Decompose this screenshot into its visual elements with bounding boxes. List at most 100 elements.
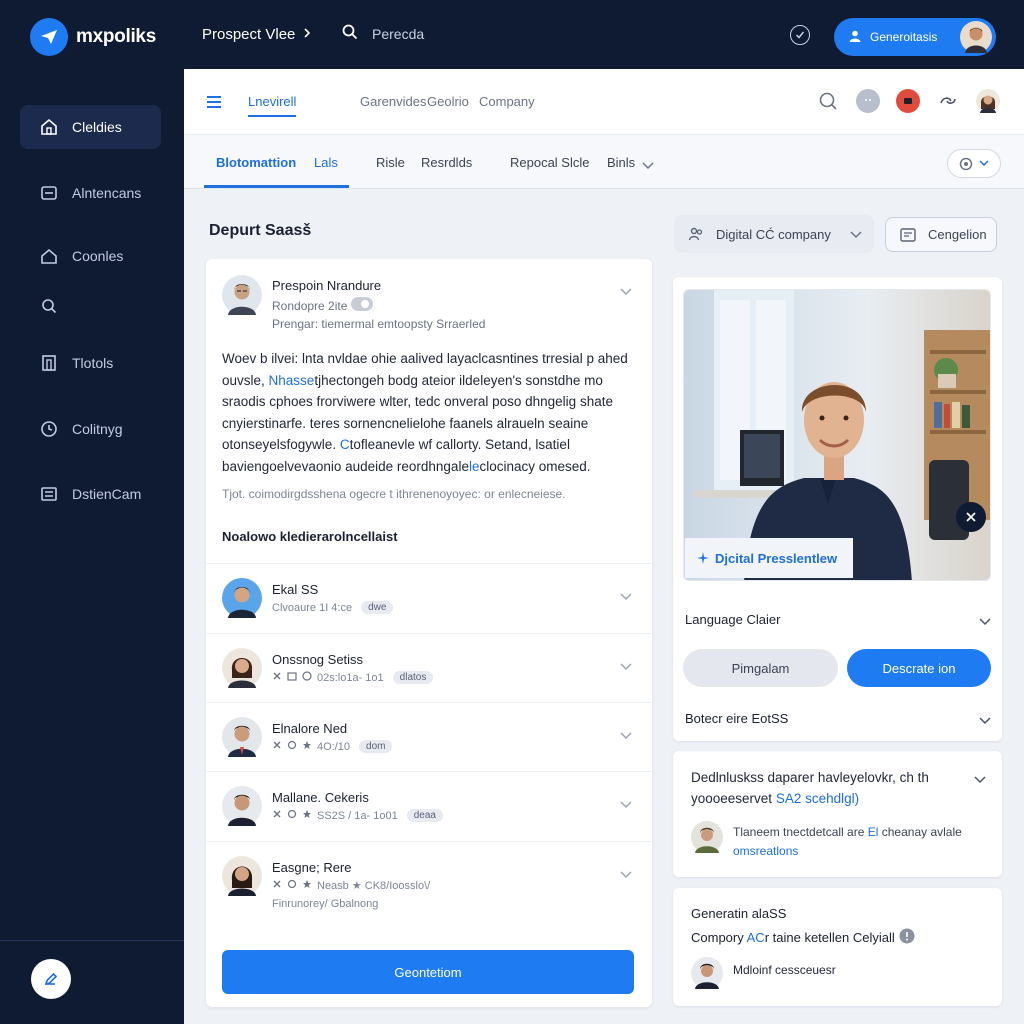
view-toggle[interactable] — [947, 149, 1001, 178]
tab-bar: Blotomattion Lals Risle Resrdlds Repocal… — [184, 135, 1024, 189]
chevron-down-icon[interactable] — [620, 283, 632, 301]
top-bar: mxpoliks Prospect Vlee Perecda Generoita… — [0, 0, 1024, 69]
avatar[interactable] — [976, 89, 1000, 113]
chevron-down-icon[interactable] — [620, 658, 632, 676]
person-subtitle: Rondopre 2ite — [272, 297, 374, 314]
chevron-down-icon[interactable] — [620, 588, 632, 606]
generation-line: Compory ACr taine ketellen Celyiall — [691, 928, 915, 947]
sidebar-item-label: Cleldies — [72, 119, 122, 135]
user-menu-button[interactable]: Generoitasis — [834, 18, 996, 56]
sub-header: Lnevirell Garenvides Geolrio Company — [184, 69, 1024, 135]
list-item[interactable]: Elnalore Ned 4O:/10 dom — [206, 702, 652, 771]
page-title: Depurt Saasš — [209, 222, 312, 239]
chevron-down-icon[interactable] — [620, 727, 632, 745]
brand-name: mxpoliks — [76, 26, 156, 47]
inline-link[interactable]: C — [340, 437, 350, 452]
subtab-company[interactable]: Company — [479, 94, 535, 109]
chevron-down-icon[interactable] — [620, 866, 632, 884]
sidebar-item-search[interactable] — [20, 284, 161, 328]
note-text: Tjot. coimodirgdsshena ogecre t ithrenen… — [222, 487, 566, 501]
chevron-down-icon — [979, 160, 989, 167]
sidebar-item-tlotols[interactable]: Tlotols — [20, 341, 161, 385]
avatar — [222, 578, 262, 618]
generation-title: Generatin alaSS — [691, 906, 787, 921]
people-icon — [688, 227, 703, 241]
inline-link[interactable]: Nhasse — [269, 373, 315, 388]
avatar — [222, 717, 262, 757]
search-icon — [342, 24, 358, 43]
user-icon — [848, 29, 862, 46]
status-badge: dom — [359, 740, 393, 753]
clock-icon — [302, 671, 312, 684]
list-item[interactable]: Mallane. Cekeris SS2S / 1a- 1o01 deaa — [206, 771, 652, 840]
tab-blotomattion[interactable]: Blotomattion — [216, 155, 296, 170]
header-icons — [816, 89, 1000, 113]
search-bar[interactable]: Perecda — [342, 24, 424, 43]
subtab-geolrio[interactable]: Geolrio — [427, 94, 469, 109]
check-circle-icon[interactable] — [790, 25, 810, 45]
star-icon — [302, 809, 312, 822]
tab-binls[interactable]: Binls — [607, 155, 635, 170]
condition-button[interactable]: Cengelion — [885, 217, 997, 252]
search-placeholder: Perecda — [372, 25, 425, 42]
sidebar-item-label: Coonles — [72, 248, 124, 264]
options-row[interactable]: Botecr eire EotSS — [685, 711, 991, 726]
calendar-icon — [287, 671, 297, 684]
tab-resrdlds[interactable]: Resrdlds — [421, 155, 472, 170]
breadcrumb[interactable]: Prospect Vlee — [202, 26, 311, 43]
presenter-label-text: Djcital Presslentlew — [715, 550, 838, 566]
sidebar-item-coonles[interactable]: Coonles — [20, 234, 161, 278]
close-icon[interactable] — [956, 502, 986, 532]
bird-logo-icon — [30, 18, 68, 56]
tab-repocal-slcle[interactable]: Repocal Slcle — [510, 155, 590, 170]
face-icon[interactable] — [856, 89, 880, 113]
inline-link[interactable]: AC — [747, 930, 765, 945]
sidebar-item-dstiencam[interactable]: DstienCam — [20, 472, 161, 516]
company-select[interactable]: Digital CĆ company — [674, 215, 874, 253]
sidebar-action-button[interactable] — [31, 959, 71, 999]
chevron-down-icon[interactable] — [620, 796, 632, 814]
zoom-icon[interactable] — [816, 89, 840, 113]
sidebar-item-alntencans[interactable]: Alntencans — [20, 171, 161, 215]
link-icon[interactable] — [936, 89, 960, 113]
subtab-garenvides[interactable]: Garenvides — [360, 94, 426, 109]
search-icon — [42, 299, 57, 314]
info-person-text-a: Tlaneem tnectdetcall are — [733, 825, 868, 839]
info-icon[interactable] — [899, 928, 915, 947]
sidebar-item-cleldies[interactable]: Cleldies — [20, 105, 161, 149]
language-label: Language Claier — [685, 612, 781, 627]
status-badge: dwe — [361, 601, 394, 614]
body-paragraph: Woev b ilvei: lnta nvldae ohie aalived l… — [222, 348, 636, 477]
s-icon — [287, 740, 297, 753]
chevron-down-icon[interactable] — [642, 157, 654, 175]
sparkle-icon — [697, 552, 709, 564]
active-tab-indicator — [204, 185, 349, 188]
subtab-lnevirell[interactable]: Lnevirell — [248, 94, 297, 117]
tab-risle[interactable]: Risle — [376, 155, 405, 170]
person-description: Prengar: tiemermal emtoopsty Srraerled — [272, 317, 486, 331]
presenter-label[interactable]: Djcital Presslentlew — [685, 538, 854, 578]
chevron-down-icon[interactable] — [974, 771, 986, 789]
pen-icon — [44, 972, 58, 986]
brand[interactable]: mxpoliks — [30, 18, 156, 56]
inbox-icon — [41, 186, 57, 200]
inline-link[interactable]: El — [868, 825, 879, 839]
list-item[interactable]: Easgne; Rere Neasb ★ CK8/Ioosslo\/ Finru… — [206, 841, 652, 931]
language-row[interactable]: Language Claier — [685, 612, 991, 627]
list-item[interactable]: Ekal SS Clvoaure 1I 4:ce dwe — [206, 563, 652, 632]
avatar — [691, 821, 723, 853]
sidebar-item-colitnyg[interactable]: Colitnyg — [20, 407, 161, 451]
avatar — [222, 648, 262, 688]
toggle-right-button[interactable]: Descrate ion — [847, 649, 991, 687]
menu-icon[interactable] — [206, 95, 222, 113]
info-person-text: Tlaneem tnectdetcall are El cheanay avla… — [733, 823, 1003, 861]
inline-link[interactable]: le — [469, 459, 480, 474]
tab-lals[interactable]: Lals — [314, 155, 338, 170]
notification-icon[interactable] — [896, 89, 920, 113]
inline-link[interactable]: SA2 scehdlgl) — [776, 791, 859, 806]
generate-button[interactable]: Geontetiom — [222, 950, 634, 994]
toggle-left-button[interactable]: Pimgalam — [683, 649, 838, 687]
inline-link[interactable]: omsreatlons — [733, 844, 798, 858]
person-subtitle-text: Rondopre 2ite — [272, 298, 348, 313]
list-item[interactable]: Onssnog Setiss 02s:lo1a- 1o1 dlatos — [206, 633, 652, 702]
